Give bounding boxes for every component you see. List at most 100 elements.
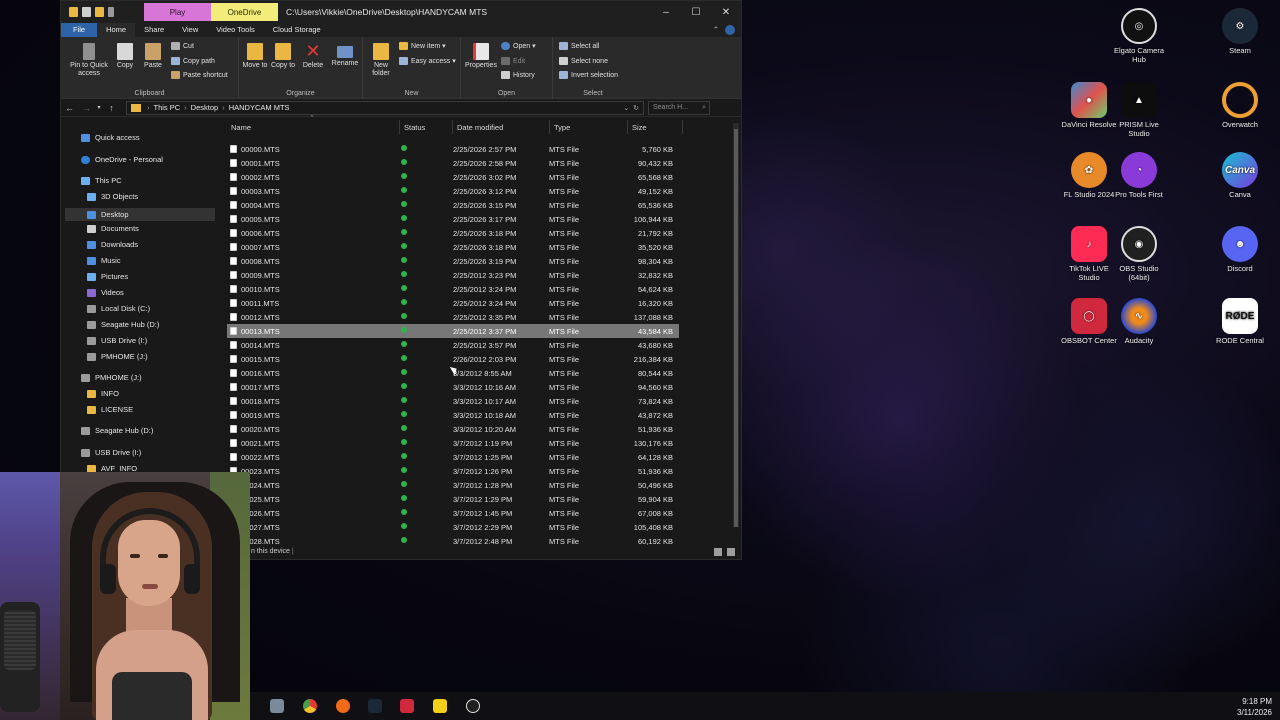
large-icons-view-icon[interactable]: [727, 548, 735, 556]
details-view-icon[interactable]: [714, 548, 722, 556]
tab-video-tools[interactable]: Video Tools: [207, 23, 264, 37]
nav-seagate-hub[interactable]: Seagate Hub (D:): [87, 320, 159, 329]
column-divider[interactable]: [399, 120, 400, 134]
collapse-ribbon-icon[interactable]: ⌃: [713, 23, 719, 37]
file-row[interactable]: 00003.MTS 2/25/2026 3:12 PM MTS File 49,152…: [227, 184, 679, 198]
desktop-icon-elgato[interactable]: ◎ Elgato Camera Hub: [1109, 8, 1169, 64]
open-button[interactable]: Open ▾: [501, 42, 536, 50]
desktop-icon-overwatch[interactable]: Overwatch: [1210, 82, 1270, 129]
cut-button[interactable]: Cut: [171, 42, 194, 50]
column-divider[interactable]: [627, 120, 628, 134]
tab-onedrive-tools[interactable]: OneDrive: [211, 3, 278, 21]
copy-button[interactable]: Copy: [113, 43, 137, 70]
file-row[interactable]: 00018.MTS 3/3/2012 10:17 AM MTS File 73,824…: [227, 394, 679, 408]
desktop-icon-prism[interactable]: ▲ PRISM Live Studio: [1109, 82, 1169, 138]
file-row[interactable]: 00024.MTS 3/7/2012 1:28 PM MTS File 50,496 …: [227, 478, 679, 492]
edit-button[interactable]: Edit: [501, 57, 525, 65]
column-divider[interactable]: [682, 120, 683, 134]
file-row[interactable]: 00025.MTS 3/7/2012 1:29 PM MTS File 59,904 …: [227, 492, 679, 506]
file-row[interactable]: 00023.MTS 3/7/2012 1:26 PM MTS File 51,936 …: [227, 464, 679, 478]
file-row[interactable]: 00008.MTS 2/25/2026 3:19 PM MTS File 98,304…: [227, 254, 679, 268]
close-button[interactable]: ✕: [711, 1, 741, 23]
nav-pictures[interactable]: Pictures: [87, 272, 128, 281]
properties-button[interactable]: Properties: [463, 43, 499, 70]
file-row[interactable]: 00021.MTS 3/7/2012 1:19 PM MTS File 130,176…: [227, 436, 679, 450]
obs-taskbar-icon[interactable]: [466, 699, 480, 713]
nav-local-disk[interactable]: Local Disk (C:): [87, 304, 150, 313]
new-folder-icon[interactable]: [95, 7, 104, 17]
easy-access-button[interactable]: Easy access ▾: [399, 57, 456, 65]
file-row[interactable]: 00007.MTS 2/25/2026 3:18 PM MTS File 35,520…: [227, 240, 679, 254]
file-row[interactable]: 00002.MTS 2/25/2026 3:02 PM MTS File 65,568…: [227, 170, 679, 184]
new-item-button[interactable]: New item ▾: [399, 42, 446, 50]
nav-documents[interactable]: Documents: [87, 224, 139, 233]
nav-this-pc[interactable]: This PC: [81, 176, 122, 185]
rename-button[interactable]: Rename: [329, 43, 361, 68]
file-row[interactable]: 00014.MTS 2/25/2012 3:57 PM MTS File 43,680…: [227, 338, 679, 352]
file-row[interactable]: 00010.MTS 2/25/2012 3:24 PM MTS File 54,624…: [227, 282, 679, 296]
file-row[interactable]: 00011.MTS 2/25/2012 3:24 PM MTS File 16,320…: [227, 296, 679, 310]
copy-path-button[interactable]: Copy path: [171, 57, 215, 65]
file-row[interactable]: 00019.MTS 3/3/2012 10:18 AM MTS File 43,872…: [227, 408, 679, 422]
search-input[interactable]: Search H... ⌕: [648, 100, 710, 115]
brave-taskbar-icon[interactable]: [336, 699, 350, 713]
invert-selection-button[interactable]: Invert selection: [559, 71, 618, 79]
qat-dropdown-icon[interactable]: [108, 7, 114, 17]
file-row[interactable]: 00013.MTS 2/25/2012 3:37 PM MTS File 43,584…: [227, 324, 679, 338]
breadcrumb-separator-icon[interactable]: ›: [147, 103, 150, 112]
select-all-button[interactable]: Select all: [559, 42, 599, 50]
column-size[interactable]: Size: [632, 123, 647, 132]
nav-videos[interactable]: Videos: [87, 288, 124, 297]
voicemod-taskbar-icon[interactable]: [400, 699, 414, 713]
vertical-scrollbar[interactable]: [733, 123, 739, 527]
file-row[interactable]: 00027.MTS 3/7/2012 2:29 PM MTS File 105,408…: [227, 520, 679, 534]
breadcrumb-this-pc[interactable]: This PC: [154, 103, 181, 112]
desktop-icon-pro-tools[interactable]: ◔ Pro Tools First: [1109, 152, 1169, 199]
desktop-icon-steam[interactable]: ⚙ Steam: [1210, 8, 1270, 55]
copy-to-button[interactable]: Copy to: [269, 43, 297, 70]
column-type[interactable]: Type: [554, 123, 570, 132]
nav-desktop[interactable]: Desktop: [65, 208, 215, 221]
desktop-icon-rode[interactable]: RØDE RODE Central: [1210, 298, 1270, 345]
column-divider[interactable]: [549, 120, 550, 134]
desktop-icon-canva[interactable]: Canva Canva: [1210, 152, 1270, 199]
breadcrumb-desktop[interactable]: Desktop: [191, 103, 219, 112]
tab-play-tools[interactable]: Play: [144, 3, 211, 21]
paste-button[interactable]: Paste: [141, 43, 165, 70]
nav-music[interactable]: Music: [87, 256, 121, 265]
properties-icon[interactable]: [82, 7, 91, 17]
file-row[interactable]: 00022.MTS 3/7/2012 1:25 PM MTS File 64,128 …: [227, 450, 679, 464]
file-explorer-taskbar-icon[interactable]: [270, 699, 284, 713]
nav-quick-access[interactable]: Quick access: [81, 133, 140, 142]
breadcrumb-separator-icon[interactable]: ›: [184, 103, 187, 112]
recent-dropdown-icon[interactable]: ▾: [95, 104, 103, 111]
desktop-icon-obs[interactable]: ◉ OBS Studio (64bit): [1109, 226, 1169, 282]
file-row[interactable]: 00009.MTS 2/25/2012 3:23 PM MTS File 32,832…: [227, 268, 679, 282]
maximize-button[interactable]: ☐: [681, 1, 711, 23]
nav-3d-objects[interactable]: 3D Objects: [87, 192, 138, 201]
file-row[interactable]: 00005.MTS 2/25/2026 3:17 PM MTS File 106,94…: [227, 212, 679, 226]
select-none-button[interactable]: Select none: [559, 57, 608, 65]
minimize-button[interactable]: –: [651, 1, 681, 23]
pin-quick-access-button[interactable]: Pin to Quick access: [65, 43, 113, 78]
history-button[interactable]: History: [501, 71, 535, 79]
nav-onedrive[interactable]: OneDrive - Personal: [81, 155, 163, 164]
tab-cloud-storage[interactable]: Cloud Storage: [264, 23, 330, 37]
column-status[interactable]: Status: [404, 123, 425, 132]
new-folder-button[interactable]: New folder: [367, 43, 395, 78]
column-date[interactable]: Date modified: [457, 123, 503, 132]
chrome-taskbar-icon[interactable]: [303, 699, 317, 713]
column-name[interactable]: Name: [231, 123, 251, 132]
delete-button[interactable]: ✕ Delete: [299, 42, 327, 70]
tab-file[interactable]: File: [61, 23, 98, 37]
forward-arrow-icon[interactable]: →: [78, 103, 95, 113]
path-box[interactable]: › This PC › Desktop › HANDYCAM MTS ⌄ ↻: [126, 100, 644, 115]
file-row[interactable]: 00020.MTS 3/3/2012 10:20 AM MTS File 51,936…: [227, 422, 679, 436]
nav-usb-drive[interactable]: USB Drive (I:): [87, 336, 147, 345]
tab-view[interactable]: View: [173, 23, 207, 37]
nav-license-folder[interactable]: LICENSE: [87, 405, 133, 414]
system-clock[interactable]: 9:18 PM 3/11/2026: [1237, 696, 1272, 718]
folder-icon[interactable]: [69, 7, 78, 17]
refresh-icon[interactable]: ⌄ ↻: [623, 104, 639, 112]
tab-home[interactable]: Home: [97, 23, 136, 37]
